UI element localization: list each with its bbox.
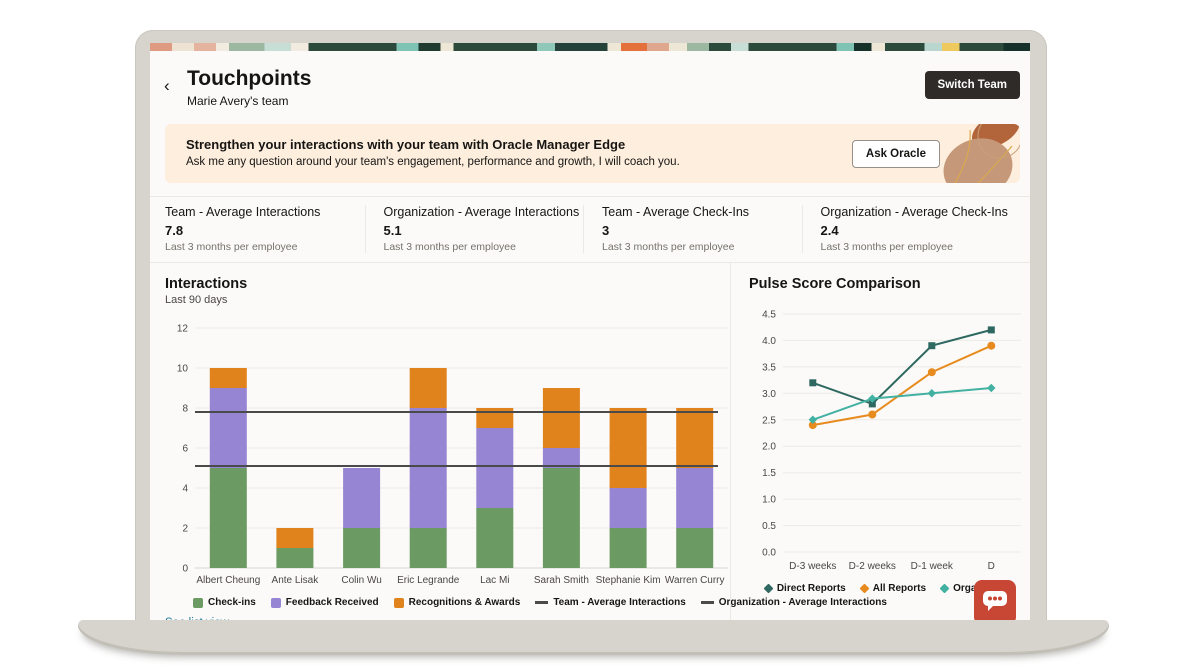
svg-text:Sarah Smith: Sarah Smith xyxy=(534,575,589,586)
svg-text:D: D xyxy=(988,561,995,572)
legend-label: Recognitions & Awards xyxy=(409,597,521,608)
switch-team-button[interactable]: Switch Team xyxy=(925,71,1020,99)
stat-caption: Last 3 months per employee xyxy=(384,241,584,253)
interactions-chart-panel: Interactions Last 90 days 0 2 4 6 8 10 12 Alber… xyxy=(150,263,730,620)
stat-caption: Last 3 months per employee xyxy=(602,241,802,253)
legend-swatch-icon xyxy=(193,598,203,608)
legend-label: Direct Reports xyxy=(777,583,846,594)
stat-card: Team - Average Check-Ins 3 Last 3 months p… xyxy=(583,205,802,253)
laptop-screen: ‹ Touchpoints Marie Avery's team Switch … xyxy=(150,43,1030,620)
legend-marker-icon xyxy=(859,584,869,594)
svg-text:2.0: 2.0 xyxy=(762,442,776,453)
legend-label: All Reports xyxy=(873,583,926,594)
svg-text:6: 6 xyxy=(182,444,188,455)
stats-row: Team - Average Interactions 7.8 Last 3 mon… xyxy=(150,196,1030,262)
laptop-base xyxy=(78,620,1109,655)
page-header: ‹ Touchpoints Marie Avery's team Switch … xyxy=(150,43,1030,108)
speech-bubble-dots-icon xyxy=(982,589,1008,613)
svg-text:4.5: 4.5 xyxy=(762,310,776,321)
svg-text:Ante Lisak: Ante Lisak xyxy=(272,575,320,586)
svg-text:0.5: 0.5 xyxy=(762,521,776,532)
charts-section: Interactions Last 90 days 0 2 4 6 8 10 12 Alber… xyxy=(150,262,1030,620)
interactions-chart-subtitle: Last 90 days xyxy=(165,294,730,306)
stat-value: 3 xyxy=(602,223,802,238)
svg-text:2: 2 xyxy=(182,524,188,535)
team-subtitle: Marie Avery's team xyxy=(187,94,1020,108)
legend-line-icon xyxy=(535,601,548,604)
svg-text:1.5: 1.5 xyxy=(762,468,776,479)
svg-text:2.5: 2.5 xyxy=(762,415,776,426)
legend-label: Feedback Received xyxy=(286,597,379,608)
stat-label: Team - Average Check-Ins xyxy=(602,205,802,219)
svg-text:Lac Mi: Lac Mi xyxy=(480,575,509,586)
stat-value: 5.1 xyxy=(384,223,584,238)
legend-label: Check-ins xyxy=(208,597,256,608)
legend-swatch-icon xyxy=(394,598,404,608)
legend-item: Team - Average Interactions xyxy=(535,597,685,608)
manager-edge-banner: Strengthen your interactions with your t… xyxy=(165,124,1020,183)
page: ‹ Touchpoints Marie Avery's team Switch … xyxy=(0,0,1187,670)
legend-swatch-icon xyxy=(271,598,281,608)
svg-text:Eric Legrande: Eric Legrande xyxy=(397,575,460,586)
svg-text:0.0: 0.0 xyxy=(762,548,776,559)
svg-text:4.0: 4.0 xyxy=(762,336,776,347)
legend-item: Check-ins xyxy=(193,597,256,608)
svg-text:3.5: 3.5 xyxy=(762,362,776,373)
stat-label: Organization - Average Interactions xyxy=(384,205,584,219)
svg-text:Warren Curry: Warren Curry xyxy=(665,575,725,586)
legend-marker-icon xyxy=(940,584,950,594)
legend-marker-icon xyxy=(763,584,773,594)
svg-text:Colin Wu: Colin Wu xyxy=(341,575,381,586)
svg-text:12: 12 xyxy=(177,324,189,335)
stat-label: Team - Average Interactions xyxy=(165,205,365,219)
svg-text:4: 4 xyxy=(182,484,188,495)
legend-item: Feedback Received xyxy=(271,597,379,608)
svg-text:D-3 weeks: D-3 weeks xyxy=(789,561,836,572)
ask-oracle-button[interactable]: Ask Oracle xyxy=(852,140,940,168)
svg-text:3.0: 3.0 xyxy=(762,389,776,400)
stat-caption: Last 3 months per employee xyxy=(821,241,1021,253)
back-icon[interactable]: ‹ xyxy=(164,77,170,94)
pulse-chart-title: Pulse Score Comparison xyxy=(749,276,1030,292)
svg-text:1.0: 1.0 xyxy=(762,495,776,506)
svg-text:D-1 week: D-1 week xyxy=(911,561,954,572)
svg-text:Stephanie Kim: Stephanie Kim xyxy=(596,575,661,586)
legend-line-icon xyxy=(701,601,714,604)
chat-button[interactable] xyxy=(974,580,1016,620)
svg-text:10: 10 xyxy=(177,364,189,375)
page-title: Touchpoints xyxy=(187,67,1020,91)
legend-item: Direct Reports xyxy=(765,583,846,594)
legend-label: Team - Average Interactions xyxy=(553,597,685,608)
stat-label: Organization - Average Check-Ins xyxy=(821,205,1021,219)
stat-card: Organization - Average Check-Ins 2.4 Last … xyxy=(802,205,1021,253)
legend-item: All Reports xyxy=(861,583,926,594)
pulse-line-chart: 0.0 0.5 1.0 1.5 2.0 2.5 3.0 3.5 4.0 4.5 D-3 weeks D… xyxy=(749,302,1027,576)
interactions-legend: Check-ins Feedback Received Recognitions &… xyxy=(193,597,730,608)
stat-value: 2.4 xyxy=(821,223,1021,238)
pulse-chart-panel: Pulse Score Comparison 0.0 0.5 1.0 1.5 2.0 2.… xyxy=(730,263,1030,620)
stat-value: 7.8 xyxy=(165,223,365,238)
svg-text:Albert Cheung: Albert Cheung xyxy=(196,575,260,586)
svg-text:8: 8 xyxy=(182,404,188,415)
stat-caption: Last 3 months per employee xyxy=(165,241,365,253)
stat-card: Organization - Average Interactions 5.1 La… xyxy=(365,205,584,253)
interactions-bar-chart: 0 2 4 6 8 10 12 Albert Cheung Ante Lisak Colin Wu… xyxy=(165,310,730,588)
stat-card: Team - Average Interactions 7.8 Last 3 mon… xyxy=(165,205,365,253)
interactions-chart-title: Interactions xyxy=(165,276,730,292)
legend-item: Recognitions & Awards xyxy=(394,597,521,608)
svg-text:0: 0 xyxy=(182,564,188,575)
svg-text:D-2 weeks: D-2 weeks xyxy=(849,561,896,572)
